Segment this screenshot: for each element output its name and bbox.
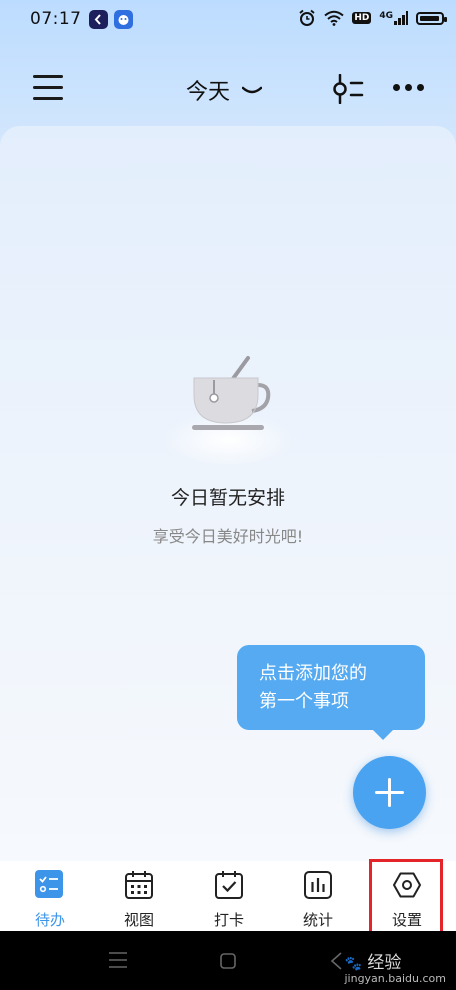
app-screen: 07:17 HD 4G 今天 今日暂无安排 享受今日美好时光吧! 点击添加您的 … xyxy=(0,0,456,990)
notification-app-icon xyxy=(89,10,108,29)
chevron-down-icon xyxy=(242,86,263,94)
hd-badge: HD xyxy=(352,12,372,24)
recent-apps-icon[interactable] xyxy=(109,952,127,968)
home-icon[interactable] xyxy=(220,953,236,969)
watermark-url: jingyan.baidu.com xyxy=(344,972,446,985)
filter-icon[interactable] xyxy=(330,74,364,104)
watermark: 🐾 经验 jingyan.baidu.com xyxy=(344,948,446,985)
tab-settings[interactable]: 设置 xyxy=(367,861,447,931)
page-title: 今天 xyxy=(186,80,231,105)
alarm-icon xyxy=(299,9,315,26)
header: 今天 xyxy=(0,60,456,120)
tab-label: 待办 xyxy=(34,911,65,929)
status-bar: 07:17 HD 4G xyxy=(0,0,456,40)
tab-label: 统计 xyxy=(302,911,333,929)
tab-label: 视图 xyxy=(123,911,154,929)
back-icon[interactable] xyxy=(330,952,342,970)
tab-view[interactable]: 视图 xyxy=(99,861,179,931)
checkin-icon xyxy=(215,871,243,899)
battery-level xyxy=(420,15,439,21)
tab-label: 打卡 xyxy=(213,911,244,929)
status-right: HD 4G xyxy=(298,9,447,27)
watermark-brand: 经验 xyxy=(367,953,402,973)
paw-icon: 🐾 xyxy=(344,956,362,972)
system-nav-bar: 🐾 经验 jingyan.baidu.com xyxy=(0,931,456,990)
stats-icon xyxy=(304,871,332,899)
date-selector[interactable]: 今天 xyxy=(186,74,263,106)
tooltip-line-2: 第一个事项 xyxy=(259,691,349,712)
tab-stats[interactable]: 统计 xyxy=(278,861,358,931)
tab-checkin[interactable]: 打卡 xyxy=(189,861,269,931)
add-hint-tooltip: 点击添加您的 第一个事项 xyxy=(237,645,425,740)
menu-icon[interactable] xyxy=(33,75,63,101)
signal-icon: 4G xyxy=(379,11,408,25)
wifi-icon xyxy=(324,10,344,26)
tab-label: 设置 xyxy=(391,911,422,929)
tooltip-line-1: 点击添加您的 xyxy=(259,663,367,684)
empty-state-title: 今日暂无安排 xyxy=(170,487,285,509)
battery-icon xyxy=(416,11,447,25)
tab-todo[interactable]: 待办 xyxy=(10,861,90,931)
calendar-icon xyxy=(125,871,153,899)
empty-state-subtitle: 享受今日美好时光吧! xyxy=(152,527,304,546)
todo-icon xyxy=(35,870,63,898)
bottom-tab-bar: 待办 视图 打卡 统计 设置 xyxy=(0,861,456,931)
more-icon[interactable] xyxy=(393,84,424,91)
notification-baidu-icon xyxy=(114,10,133,29)
status-time: 07:17 xyxy=(30,9,82,29)
coffee-cup-icon xyxy=(162,356,294,468)
add-task-button[interactable] xyxy=(353,756,426,829)
settings-icon xyxy=(393,872,421,898)
network-label: 4G xyxy=(379,11,393,21)
